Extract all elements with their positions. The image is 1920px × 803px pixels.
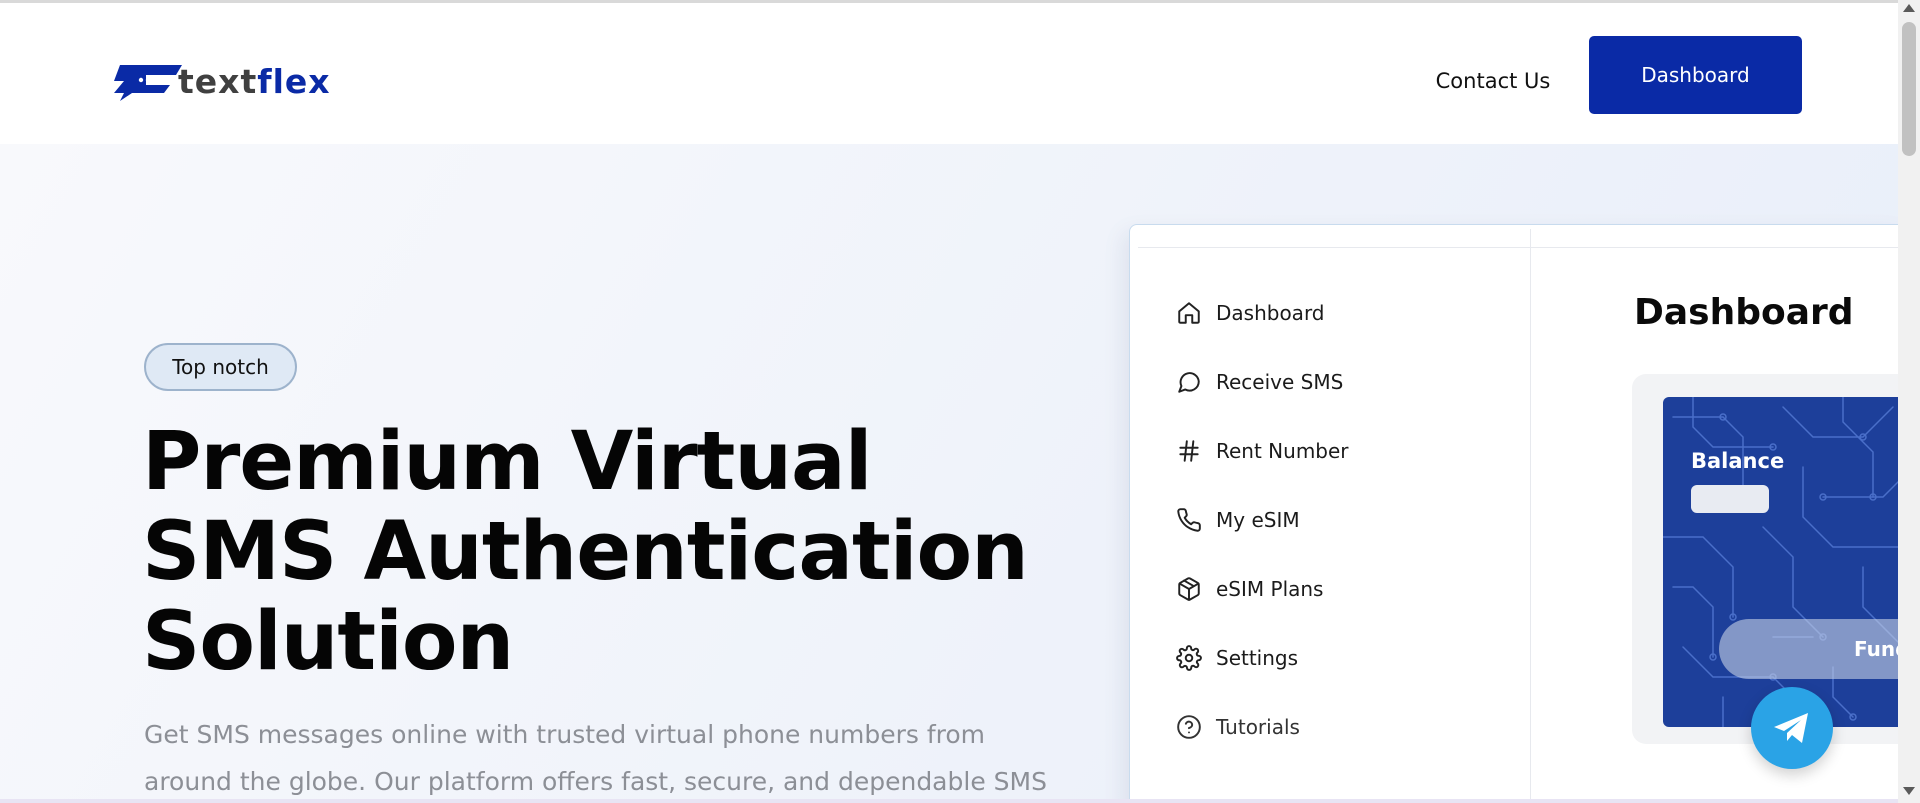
- preview-nav-label: Dashboard: [1216, 301, 1325, 325]
- balance-label: Balance: [1691, 449, 1785, 473]
- preview-top-divider: [1138, 247, 1898, 248]
- telegram-chat-button[interactable]: [1751, 687, 1833, 769]
- hero-section: Top notch Premium Virtual SMS Authentica…: [0, 144, 1898, 799]
- headline-line-3: Solution: [142, 595, 514, 689]
- dashboard-button[interactable]: Dashboard: [1589, 36, 1802, 114]
- preview-nav-settings[interactable]: Settings: [1176, 640, 1298, 676]
- phone-icon: [1177, 508, 1201, 532]
- help-circle-icon: [1177, 715, 1201, 739]
- headline-line-2: SMS Authentication: [142, 505, 1029, 599]
- preview-nav-rent-number[interactable]: Rent Number: [1176, 433, 1349, 469]
- scrollbar-thumb[interactable]: [1902, 22, 1916, 156]
- message-circle-icon: [1178, 372, 1200, 393]
- package-icon: [1178, 577, 1200, 601]
- preview-page-title: Dashboard: [1634, 292, 1854, 333]
- textflex-logo[interactable]: textflex: [110, 59, 350, 103]
- logo-text-part1: text: [178, 61, 258, 101]
- site-header: textflex Contact Us Dashboard: [0, 3, 1898, 144]
- window-bottom-edge: [0, 799, 1898, 803]
- fund-button[interactable]: Fund: [1719, 619, 1898, 679]
- logo-wordmark: textflex: [178, 65, 331, 98]
- preview-nav-label: Settings: [1216, 646, 1299, 670]
- preview-nav-dashboard[interactable]: Dashboard: [1176, 295, 1325, 331]
- preview-nav-esim-plans[interactable]: eSIM Plans: [1176, 571, 1323, 607]
- headline-line-1: Premium Virtual: [142, 415, 872, 509]
- gear-icon: [1176, 645, 1202, 671]
- page-scrollbar[interactable]: [1898, 0, 1920, 803]
- hash-icon: [1179, 440, 1199, 462]
- preview-nav-label: Receive SMS: [1216, 370, 1344, 394]
- preview-nav-receive-sms[interactable]: Receive SMS: [1176, 364, 1343, 400]
- contact-us-link[interactable]: Contact Us: [1418, 65, 1568, 97]
- preview-nav-label: Rent Number: [1216, 439, 1349, 463]
- top-notch-badge: Top notch: [144, 343, 297, 391]
- logo-text-part2: flex: [257, 61, 331, 101]
- preview-nav-label: Tutorials: [1216, 715, 1300, 739]
- balance-card: Balance Fund: [1663, 397, 1898, 727]
- hero-subtext: Get SMS messages online with trusted vir…: [144, 720, 1047, 796]
- scroll-down-arrow-icon[interactable]: [1903, 787, 1915, 795]
- scroll-up-arrow-icon[interactable]: [1903, 4, 1915, 12]
- preview-nav-label: eSIM Plans: [1216, 577, 1324, 601]
- preview-sidebar-divider: [1530, 229, 1531, 799]
- balance-value-placeholder: [1691, 485, 1769, 513]
- preview-nav-my-esim[interactable]: My eSIM: [1176, 502, 1300, 538]
- home-icon: [1178, 302, 1200, 324]
- preview-nav-tutorials[interactable]: Tutorials: [1176, 709, 1300, 745]
- telegram-icon: [1774, 713, 1808, 743]
- preview-nav-label: My eSIM: [1216, 508, 1300, 532]
- chat-bubble-logo-icon: [114, 65, 182, 101]
- hero-headline: Premium Virtual SMS Authentication Solut…: [142, 417, 1082, 687]
